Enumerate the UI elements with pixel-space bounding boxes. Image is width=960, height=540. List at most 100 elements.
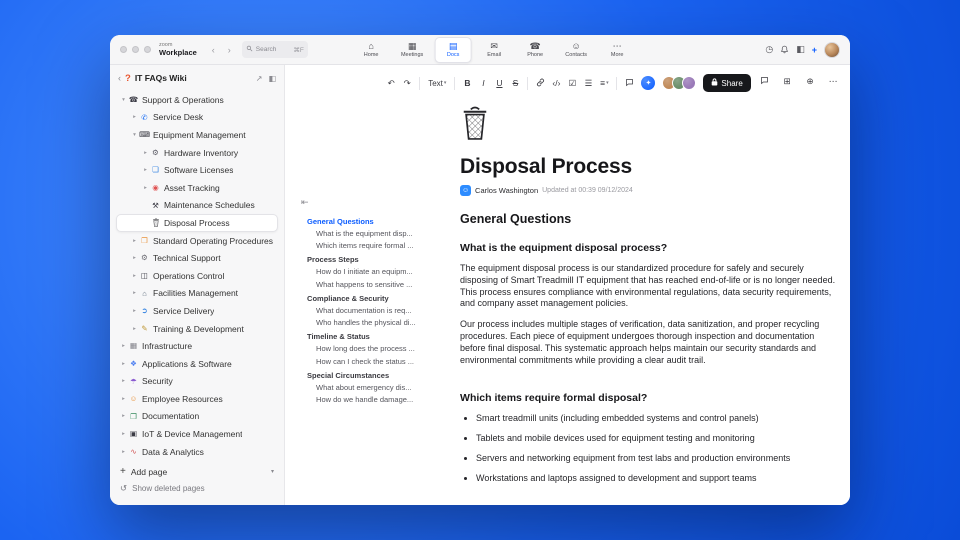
- maximize-window-icon[interactable]: [144, 46, 151, 53]
- redo-button[interactable]: ↷: [400, 75, 414, 91]
- toc-general-questions[interactable]: General Questions: [307, 215, 423, 227]
- toc-how-do-i-initiate-an-equipm[interactable]: How do I initiate an equipm...: [307, 266, 423, 278]
- expand-icon[interactable]: ▸: [141, 167, 150, 173]
- sidebar-item-iot-device-management[interactable]: ▸ ▣ IoT & Device Management: [116, 425, 278, 443]
- sidebar-item-training-development[interactable]: ▸ ✎ Training & Development: [116, 320, 278, 338]
- sidebar-item-support-operations[interactable]: ▾ ☎ Support & Operations: [116, 91, 278, 109]
- open-external-icon[interactable]: ↗: [256, 74, 263, 83]
- expand-icon[interactable]: ▸: [130, 255, 139, 261]
- panel-toggle-icon[interactable]: ◧: [268, 74, 276, 83]
- history-icon[interactable]: ◷: [765, 44, 773, 55]
- notifications-icon[interactable]: [780, 45, 789, 54]
- text-style-button[interactable]: Text ▾: [425, 75, 449, 91]
- paragraph-1[interactable]: The equipment disposal process is our st…: [460, 263, 840, 310]
- nav-forward-button[interactable]: ›: [223, 43, 236, 56]
- sidebar-item-data-analytics[interactable]: ▸ ∿ Data & Analytics: [116, 443, 278, 459]
- expand-icon[interactable]: ▸: [130, 273, 139, 279]
- tab-more[interactable]: ⋯ More: [599, 37, 636, 63]
- code-button[interactable]: ‹/›: [549, 75, 563, 91]
- sidebar-item-employee-resources[interactable]: ▸ ☺ Employee Resources: [116, 390, 278, 408]
- toc-special-circumstances[interactable]: Special Circumstances: [307, 369, 423, 381]
- back-icon[interactable]: ‹: [118, 73, 121, 83]
- collapse-outline-icon[interactable]: ⇤: [301, 197, 309, 208]
- sidebar-item-security[interactable]: ▸ ☂ Security: [116, 373, 278, 391]
- minimize-window-icon[interactable]: [132, 46, 139, 53]
- tab-home[interactable]: ⌂ Home: [353, 37, 390, 63]
- expand-icon[interactable]: ▾: [119, 97, 128, 103]
- sidebar-item-hardware-inventory[interactable]: ▸ ⚙ Hardware Inventory: [116, 144, 278, 162]
- expand-icon[interactable]: ▾: [130, 132, 139, 138]
- sidebar-item-disposal-process[interactable]: Disposal Process: [116, 214, 279, 232]
- expand-icon[interactable]: ▸: [141, 185, 150, 191]
- expand-icon[interactable]: ▸: [130, 114, 139, 120]
- comments-button[interactable]: [757, 73, 771, 89]
- toc-what-is-the-equipment-disp[interactable]: What is the equipment disp...: [307, 227, 423, 239]
- sidebar-item-maintenance-schedules[interactable]: ⚒ Maintenance Schedules: [116, 197, 278, 215]
- tab-meetings[interactable]: ▦ Meetings: [394, 37, 431, 63]
- window-controls[interactable]: [120, 46, 151, 53]
- toc-how-do-we-handle-damage[interactable]: How do we handle damage...: [307, 394, 423, 406]
- sidebar-item-facilities-management[interactable]: ▸ ⌂ Facilities Management: [116, 285, 278, 303]
- comment-button[interactable]: [622, 75, 636, 91]
- tab-docs[interactable]: ▤ Docs: [434, 37, 472, 63]
- expand-icon[interactable]: ▸: [119, 431, 128, 437]
- expand-icon[interactable]: ▸: [141, 150, 150, 156]
- paragraph-2[interactable]: Our process includes multiple stages of …: [460, 319, 840, 366]
- user-avatar[interactable]: [824, 41, 840, 58]
- bullet-item[interactable]: Tablets and mobile devices used for equi…: [476, 434, 840, 443]
- page-title[interactable]: Disposal Process: [460, 155, 840, 178]
- expand-icon[interactable]: ▸: [119, 413, 128, 419]
- toc-what-about-emergency-dis[interactable]: What about emergency dis...: [307, 381, 423, 393]
- undo-button[interactable]: ↶: [384, 75, 398, 91]
- collaborator-avatar[interactable]: [682, 76, 697, 90]
- panel-toggle-icon[interactable]: ◧: [796, 44, 805, 55]
- toc-which-items-require-formal[interactable]: Which items require formal ...: [307, 239, 423, 251]
- ai-companion-button[interactable]: ✦: [641, 76, 656, 90]
- expand-icon[interactable]: ▸: [130, 308, 139, 314]
- bold-button[interactable]: B: [460, 75, 474, 91]
- expand-icon[interactable]: ▸: [119, 361, 128, 367]
- expand-icon[interactable]: ▸: [119, 378, 128, 384]
- new-item-icon[interactable]: +: [812, 45, 817, 55]
- toc-what-happens-to-sensitive[interactable]: What happens to sensitive ...: [307, 278, 423, 290]
- toc-what-documentation-is-req[interactable]: What documentation is req...: [307, 304, 423, 316]
- trash-icon[interactable]: [460, 105, 490, 141]
- link-button[interactable]: [533, 75, 547, 91]
- sidebar-item-asset-tracking[interactable]: ▸ ◉ Asset Tracking: [116, 179, 278, 197]
- tab-contacts[interactable]: ☺ Contacts: [558, 37, 595, 63]
- tab-email[interactable]: ✉ Email: [476, 37, 513, 63]
- section-heading[interactable]: General Questions: [460, 212, 840, 227]
- toc-who-handles-the-physical-di[interactable]: Who handles the physical di...: [307, 317, 423, 329]
- toc-compliance-security[interactable]: Compliance & Security: [307, 292, 423, 304]
- search-input[interactable]: Search ⌘F: [241, 41, 308, 58]
- show-deleted-pages-button[interactable]: ↺ Show deleted pages: [120, 480, 274, 497]
- sidebar-item-applications-software[interactable]: ▸ ❖ Applications & Software: [116, 355, 278, 373]
- close-window-icon[interactable]: [120, 46, 127, 53]
- sidebar-item-operations-control[interactable]: ▸ ◫ Operations Control: [116, 267, 278, 285]
- tab-phone[interactable]: ☎ Phone: [517, 37, 554, 63]
- share-button[interactable]: Share: [703, 74, 751, 92]
- question-heading-2[interactable]: Which items require formal disposal?: [460, 392, 840, 404]
- sidebar-item-documentation[interactable]: ▸ ❐ Documentation: [116, 408, 278, 426]
- sidebar-item-service-desk[interactable]: ▸ ✆ Service Desk: [116, 109, 278, 127]
- toc-how-long-does-the-process[interactable]: How long does the process ...: [307, 343, 423, 355]
- question-heading-1[interactable]: What is the equipment disposal process?: [460, 242, 840, 254]
- sidebar-item-service-delivery[interactable]: ▸ ➲ Service Delivery: [116, 302, 278, 320]
- italic-button[interactable]: I: [476, 75, 490, 91]
- publish-button[interactable]: ⊕: [803, 73, 817, 89]
- document-canvas[interactable]: ⇤ General Questions What is the equipment…: [285, 97, 850, 505]
- checklist-button[interactable]: ☑: [565, 75, 579, 91]
- expand-icon[interactable]: ▸: [130, 326, 139, 332]
- chevron-down-icon[interactable]: ▾: [271, 468, 274, 475]
- sidebar-item-infrastructure[interactable]: ▸ ▦ Infrastructure: [116, 337, 278, 355]
- bullet-item[interactable]: Servers and networking equipment from te…: [476, 454, 840, 463]
- add-page-button[interactable]: + Add page ▾: [120, 463, 274, 480]
- underline-button[interactable]: U: [492, 75, 506, 91]
- bullet-item[interactable]: Workstations and laptops assigned to dev…: [476, 474, 840, 483]
- more-options-button[interactable]: ⋯: [826, 73, 840, 89]
- align-button[interactable]: ≡ ▾: [597, 75, 611, 91]
- sidebar-item-standard-operating-procedures[interactable]: ▸ ❒ Standard Operating Procedures: [116, 232, 278, 250]
- sidebar-item-software-licenses[interactable]: ▸ ❏ Software Licenses: [116, 161, 278, 179]
- expand-icon[interactable]: ▸: [119, 343, 128, 349]
- expand-icon[interactable]: ▸: [119, 449, 128, 455]
